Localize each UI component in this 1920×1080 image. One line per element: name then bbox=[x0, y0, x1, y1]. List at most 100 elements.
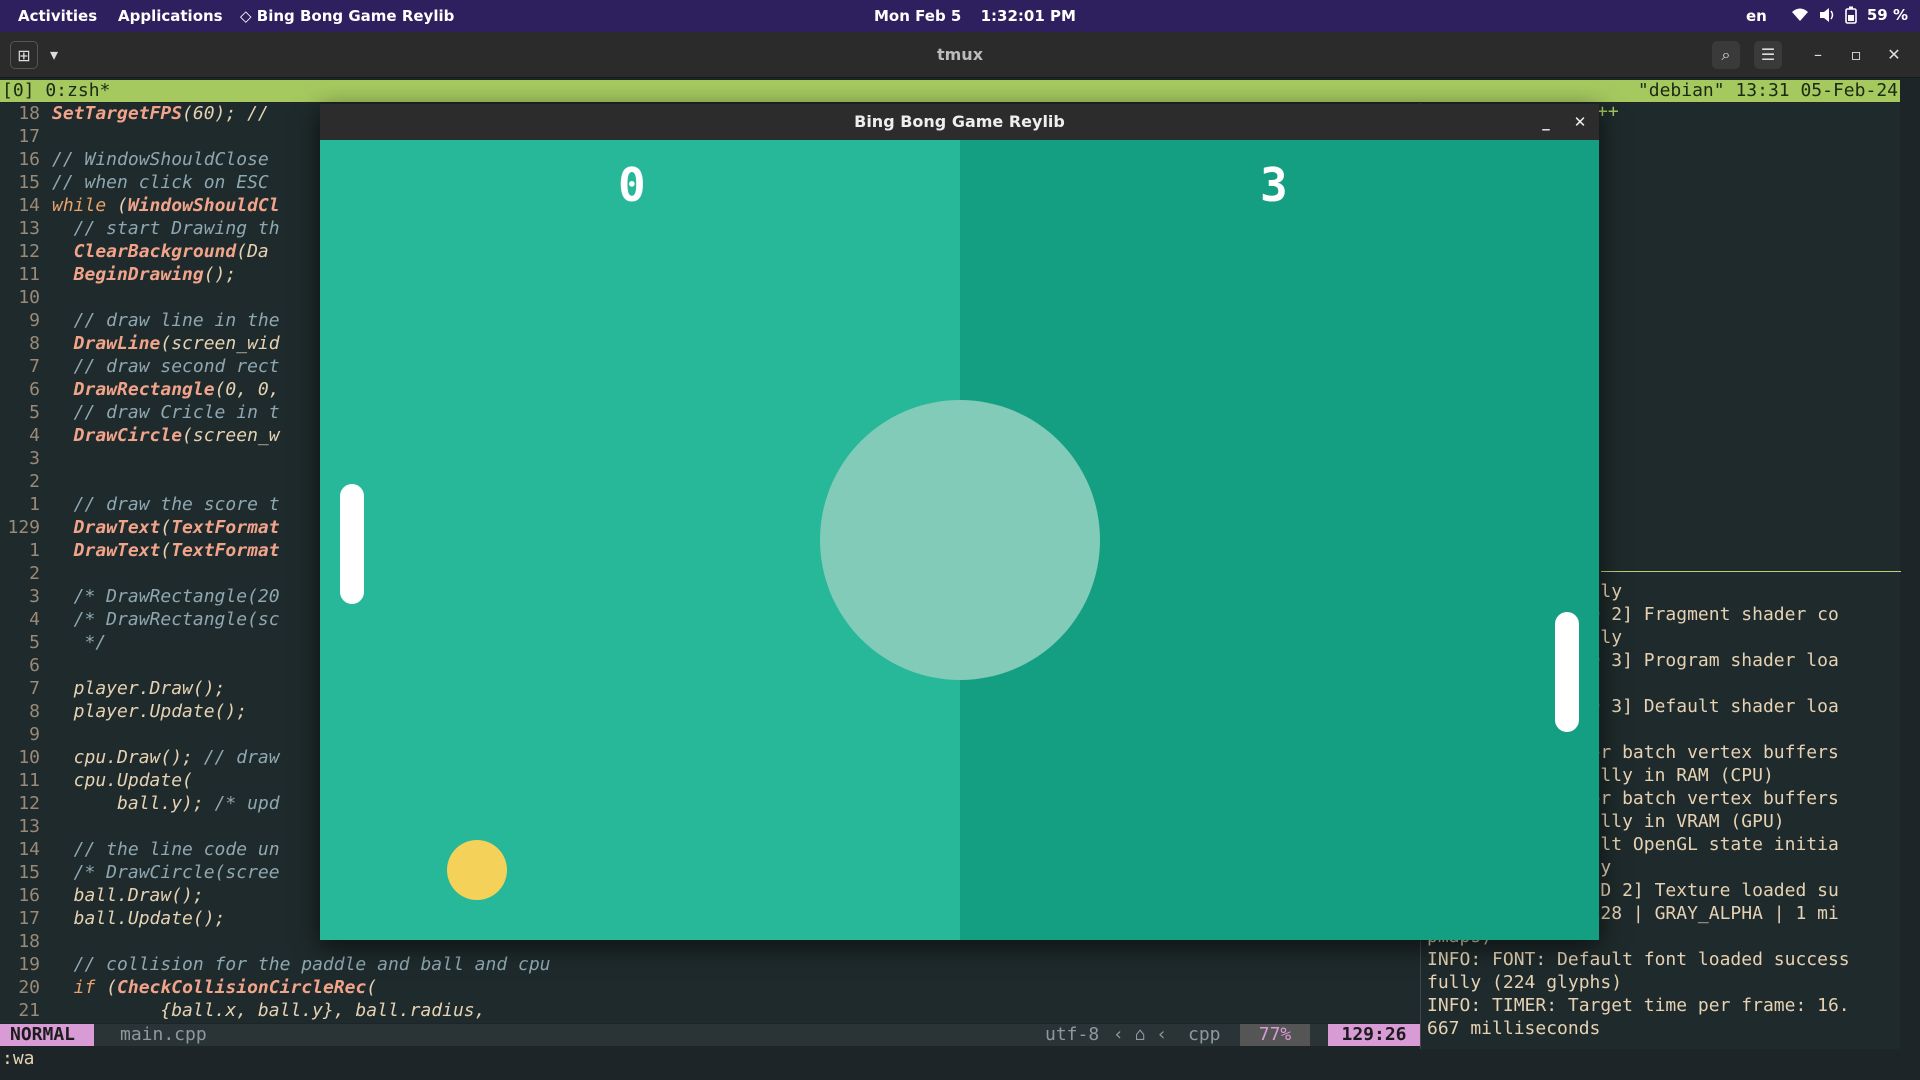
code-line[interactable]: 16 // WindowShouldClose bbox=[0, 149, 268, 172]
code-token: // when click on ESC bbox=[52, 172, 269, 193]
line-number: 21 bbox=[18, 1000, 40, 1021]
code-token: ( bbox=[160, 517, 172, 538]
code-line[interactable]: 3 /* DrawRectangle(20 bbox=[0, 586, 279, 609]
code-line[interactable]: 15 /* DrawCircle(scree bbox=[0, 862, 279, 885]
code-token: SetTargetFPS bbox=[52, 103, 183, 124]
tmux-window-list[interactable]: [0] 0:zsh* bbox=[2, 80, 110, 102]
search-icon: ⌕ bbox=[1721, 45, 1731, 64]
battery-icon bbox=[1845, 6, 1857, 24]
game-minimize-button[interactable]: _ bbox=[1534, 110, 1558, 134]
code-line[interactable]: 8 DrawLine(screen_wid bbox=[0, 333, 280, 356]
minimize-button[interactable]: – bbox=[1804, 41, 1832, 69]
code-line[interactable]: 20 if (CheckCollisionCircleRec( bbox=[0, 977, 377, 1000]
code-token: BeginDrawing bbox=[52, 264, 204, 285]
code-line[interactable]: 9 bbox=[0, 724, 52, 747]
line-number: 9 bbox=[29, 724, 40, 745]
code-token: cpu.Update( bbox=[52, 770, 193, 791]
line-number: 7 bbox=[29, 356, 40, 377]
code-line[interactable]: 7 // draw second rect bbox=[0, 356, 279, 379]
code-line[interactable]: 12 ClearBackground(Da bbox=[0, 241, 269, 264]
game-court[interactable]: 0 3 bbox=[320, 140, 1599, 940]
vim-cursor-position: 129:26 bbox=[1328, 1024, 1420, 1046]
code-line[interactable]: 19 // collision for the paddle and ball … bbox=[0, 954, 550, 977]
code-line[interactable]: 1 // draw the score t bbox=[0, 494, 279, 517]
close-button[interactable]: ✕ bbox=[1880, 41, 1908, 69]
line-number: 14 bbox=[18, 195, 40, 216]
code-line[interactable]: 129 DrawText(TextFormat bbox=[0, 517, 280, 540]
game-window[interactable]: Bing Bong Game Reylib _ ✕ 0 3 bbox=[320, 104, 1599, 940]
code-line[interactable]: 6 bbox=[0, 655, 52, 678]
system-tray[interactable]: 59 % bbox=[1791, 6, 1908, 24]
search-button[interactable]: ⌕ bbox=[1712, 41, 1740, 69]
game-window-titlebar[interactable]: Bing Bong Game Reylib _ ✕ bbox=[320, 104, 1599, 140]
code-line[interactable]: 13 // start Drawing th bbox=[0, 218, 280, 241]
code-line[interactable]: 9 // draw line in the bbox=[0, 310, 280, 333]
line-number: 1 bbox=[29, 494, 40, 515]
code-line[interactable]: 5 */ bbox=[0, 632, 106, 655]
code-line[interactable]: 4 /* DrawRectangle(sc bbox=[0, 609, 279, 632]
code-line[interactable]: 16 ball.Draw(); bbox=[0, 885, 204, 908]
log-line: 667 milliseconds bbox=[1427, 1018, 1601, 1039]
language-indicator[interactable]: en bbox=[1746, 7, 1767, 25]
code-token: // start Drawing th bbox=[52, 218, 280, 239]
vim-encoding: utf-8 bbox=[1045, 1024, 1100, 1045]
maximize-button[interactable]: ▫ bbox=[1842, 41, 1870, 69]
code-line[interactable]: 18 SetTargetFPS(60); // bbox=[0, 103, 269, 126]
code-token: (Da bbox=[236, 241, 269, 262]
code-line[interactable]: 17 ball.Update(); bbox=[0, 908, 225, 931]
code-line[interactable]: 10 bbox=[0, 287, 52, 310]
app-menu[interactable]: ◇ Bing Bong Game Reylib bbox=[240, 7, 454, 25]
code-line[interactable]: 7 player.Draw(); bbox=[0, 678, 225, 701]
line-number: 7 bbox=[29, 678, 40, 699]
code-line[interactable]: 1 DrawText(TextFormat bbox=[0, 540, 280, 563]
code-line[interactable]: 17 bbox=[0, 126, 52, 149]
code-line[interactable]: 5 // draw Cricle in t bbox=[0, 402, 279, 425]
code-token: // draw line in the bbox=[52, 310, 280, 331]
code-token: // draw bbox=[203, 747, 280, 768]
code-token: TextFormat bbox=[171, 517, 280, 538]
code-token: */ bbox=[52, 632, 107, 653]
player-paddle bbox=[340, 484, 364, 604]
vim-filename: main.cpp bbox=[120, 1024, 207, 1045]
code-line[interactable]: 14 // the line code un bbox=[0, 839, 280, 862]
hamburger-menu-button[interactable]: ☰ bbox=[1754, 41, 1782, 69]
code-line[interactable]: 2 bbox=[0, 471, 52, 494]
game-close-button[interactable]: ✕ bbox=[1568, 110, 1592, 134]
line-number: 10 bbox=[18, 747, 40, 768]
code-token: {ball.x, ball.y}, ball.radius, bbox=[52, 1000, 486, 1021]
code-line[interactable]: 10 cpu.Draw(); // draw bbox=[0, 747, 280, 770]
code-line[interactable]: 21 {ball.x, ball.y}, ball.radius, bbox=[0, 1000, 485, 1023]
log-line: INFO: FONT: Default font loaded success bbox=[1427, 949, 1850, 970]
code-token: (60); // bbox=[182, 103, 269, 124]
clock[interactable]: Mon Feb 5 1:32:01 PM bbox=[874, 7, 1076, 25]
code-token: ball.Draw(); bbox=[52, 885, 204, 906]
activities-button[interactable]: Activities bbox=[18, 7, 97, 25]
code-token: (screen_wid bbox=[160, 333, 280, 354]
terminal-title: tmux bbox=[936, 45, 984, 64]
vim-command-line[interactable]: :wa bbox=[2, 1048, 35, 1069]
code-line[interactable]: 11 BeginDrawing(); bbox=[0, 264, 236, 287]
line-number: 12 bbox=[18, 793, 40, 814]
code-token: TextFormat bbox=[171, 540, 280, 561]
code-line[interactable]: 3 bbox=[0, 448, 52, 471]
code-line[interactable]: 15 // when click on ESC bbox=[0, 172, 269, 195]
code-line[interactable]: 12 ball.y); /* upd bbox=[0, 793, 279, 816]
line-number: 18 bbox=[18, 103, 40, 124]
code-line[interactable]: 14 while (WindowShouldCl bbox=[0, 195, 279, 218]
code-line[interactable]: 2 bbox=[0, 563, 52, 586]
code-line[interactable]: 4 DrawCircle(screen_w bbox=[0, 425, 279, 448]
code-line[interactable]: 6 DrawRectangle(0, 0, bbox=[0, 379, 279, 402]
code-line[interactable]: 18 bbox=[0, 931, 52, 954]
line-number: 17 bbox=[18, 908, 40, 929]
code-line[interactable]: 13 bbox=[0, 816, 52, 839]
applications-menu[interactable]: Applications bbox=[118, 7, 223, 25]
battery-percent: 59 % bbox=[1866, 6, 1908, 24]
diamond-icon: ◇ bbox=[240, 7, 252, 25]
code-token: // the line code un bbox=[52, 839, 280, 860]
line-number: 13 bbox=[18, 816, 40, 837]
code-token: ( bbox=[106, 195, 128, 216]
code-line[interactable]: 11 cpu.Update( bbox=[0, 770, 193, 793]
tmux-status-bar: [0] 0:zsh* "debian" 13:31 05-Feb-24 bbox=[0, 80, 1900, 102]
code-token: ball.y); bbox=[52, 793, 215, 814]
code-line[interactable]: 8 player.Update(); bbox=[0, 701, 247, 724]
